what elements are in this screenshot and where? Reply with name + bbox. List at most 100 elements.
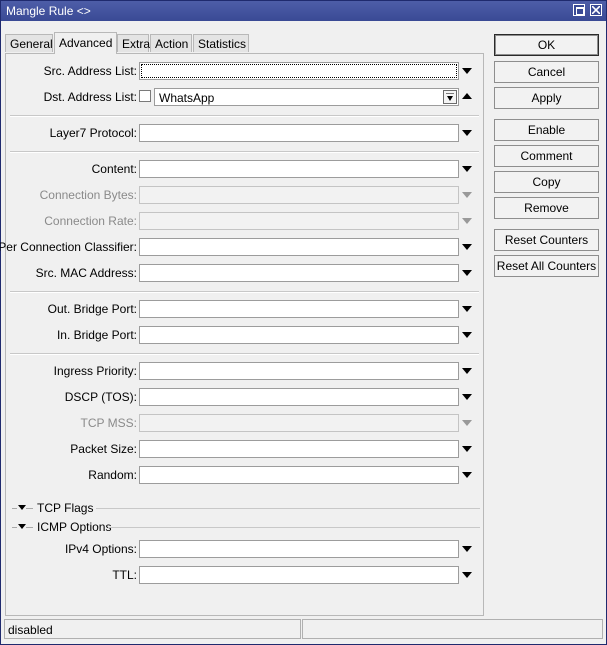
icmp-options-title: ICMP Options: [37, 520, 112, 534]
tcp-flags-title: TCP Flags: [37, 501, 94, 515]
status-cell-state: disabled: [4, 619, 301, 639]
tab-advanced[interactable]: Advanced: [54, 32, 117, 54]
in-bridge-port-input[interactable]: [139, 326, 459, 344]
close-icon[interactable]: [590, 4, 602, 16]
apply-button[interactable]: Apply: [494, 87, 599, 109]
ok-button[interactable]: OK: [494, 34, 599, 56]
status-state: disabled: [8, 623, 53, 637]
packet-size-dropdown-icon[interactable]: [462, 446, 472, 452]
connection-rate-row: Connection Rate:: [6, 212, 485, 230]
per-connection-classifier-input[interactable]: [139, 238, 459, 256]
tab-general[interactable]: General: [5, 34, 53, 52]
ttl-input[interactable]: [139, 566, 459, 584]
dst-address-list-negate-checkbox[interactable]: [139, 90, 151, 102]
tcp-mss-dropdown-icon: [462, 420, 472, 426]
ipv4-options-dropdown-icon[interactable]: [462, 546, 472, 552]
src-address-list-dropdown-icon[interactable]: [462, 68, 472, 74]
separator: [10, 151, 479, 153]
out-bridge-port-label: Out. Bridge Port:: [47, 302, 137, 316]
ingress-priority-dropdown-icon[interactable]: [462, 368, 472, 374]
per-connection-classifier-label: Per Connection Classifier:: [0, 240, 137, 254]
src-address-list-row: Src. Address List:: [6, 62, 485, 80]
in-bridge-port-label: In. Bridge Port:: [56, 328, 137, 342]
ipv4-options-label: IPv4 Options:: [64, 542, 137, 556]
tab-action[interactable]: Action: [150, 34, 192, 52]
ttl-row: TTL:: [6, 566, 485, 584]
mangle-rule-window: Mangle Rule <> General Advanced Extra Ac…: [0, 0, 607, 645]
maximize-icon[interactable]: [573, 4, 585, 16]
random-dropdown-icon[interactable]: [462, 472, 472, 478]
connection-rate-dropdown-icon: [462, 218, 472, 224]
ingress-priority-row: Ingress Priority:: [6, 362, 485, 380]
dscp-tos-input[interactable]: [139, 388, 459, 406]
connection-bytes-input: [139, 186, 459, 204]
copy-button[interactable]: Copy: [494, 171, 599, 193]
packet-size-input[interactable]: [139, 440, 459, 458]
src-mac-address-row: Src. MAC Address:: [6, 264, 485, 282]
src-mac-address-dropdown-icon[interactable]: [462, 270, 472, 276]
separator: [10, 291, 479, 293]
icmp-options-expand-icon[interactable]: [18, 524, 26, 529]
dst-address-list-value: WhatsApp: [159, 91, 215, 105]
status-cell-extra: [302, 619, 603, 639]
ingress-priority-input[interactable]: [139, 362, 459, 380]
title-bar[interactable]: Mangle Rule <>: [1, 1, 606, 21]
status-bar: disabled: [4, 619, 604, 639]
enable-button[interactable]: Enable: [494, 119, 599, 141]
tab-extra[interactable]: Extra: [117, 34, 150, 52]
cancel-button[interactable]: Cancel: [494, 61, 599, 83]
src-address-list-label: Src. Address List:: [43, 64, 137, 78]
tcp-mss-row: TCP MSS:: [6, 414, 485, 432]
icmp-options-section[interactable]: ICMP Options: [12, 519, 480, 535]
random-label: Random:: [88, 468, 137, 482]
ipv4-options-input[interactable]: [139, 540, 459, 558]
src-mac-address-label: Src. MAC Address:: [35, 266, 137, 280]
packet-size-label: Packet Size:: [70, 442, 137, 456]
window-title: Mangle Rule <>: [6, 4, 91, 18]
src-mac-address-input[interactable]: [139, 264, 459, 282]
remove-button[interactable]: Remove: [494, 197, 599, 219]
dst-address-list-collapse-icon[interactable]: [462, 93, 472, 99]
reset-counters-button[interactable]: Reset Counters: [494, 229, 599, 251]
connection-bytes-dropdown-icon: [462, 192, 472, 198]
section-line: [26, 508, 33, 509]
content-dropdown-icon[interactable]: [462, 166, 472, 172]
tcp-flags-expand-icon[interactable]: [18, 505, 26, 510]
out-bridge-port-row: Out. Bridge Port:: [6, 300, 485, 318]
out-bridge-port-dropdown-icon[interactable]: [462, 306, 472, 312]
separator: [10, 353, 479, 355]
in-bridge-port-dropdown-icon[interactable]: [462, 332, 472, 338]
section-line: [12, 508, 17, 509]
ttl-dropdown-icon[interactable]: [462, 572, 472, 578]
dst-address-list-label: Dst. Address List:: [43, 90, 137, 104]
ingress-priority-label: Ingress Priority:: [53, 364, 137, 378]
ttl-label: TTL:: [112, 568, 137, 582]
section-line: [12, 527, 17, 528]
layer7-protocol-input[interactable]: [139, 124, 459, 142]
src-address-list-input[interactable]: [139, 62, 459, 80]
dscp-tos-label: DSCP (TOS):: [64, 390, 137, 404]
dscp-tos-dropdown-icon[interactable]: [462, 394, 472, 400]
per-connection-classifier-dropdown-icon[interactable]: [462, 244, 472, 250]
per-connection-classifier-row: Per Connection Classifier:: [0, 238, 485, 256]
comment-button[interactable]: Comment: [494, 145, 599, 167]
dscp-tos-row: DSCP (TOS):: [6, 388, 485, 406]
reset-all-counters-button[interactable]: Reset All Counters: [494, 255, 599, 277]
out-bridge-port-input[interactable]: [139, 300, 459, 318]
dst-address-list-select-icon[interactable]: [443, 90, 457, 104]
random-row: Random:: [6, 466, 485, 484]
section-line: [26, 527, 33, 528]
connection-bytes-row: Connection Bytes:: [6, 186, 485, 204]
layer7-protocol-dropdown-icon[interactable]: [462, 130, 472, 136]
connection-rate-input: [139, 212, 459, 230]
tab-statistics[interactable]: Statistics: [193, 34, 249, 52]
section-line: [108, 527, 480, 528]
dst-address-list-input[interactable]: WhatsApp: [154, 88, 459, 106]
connection-rate-label: Connection Rate:: [44, 214, 137, 228]
random-input[interactable]: [139, 466, 459, 484]
advanced-panel: Src. Address List: Dst. Address List: Wh…: [0, 53, 485, 616]
packet-size-row: Packet Size:: [6, 440, 485, 458]
tcp-flags-section[interactable]: TCP Flags: [12, 500, 480, 516]
content-label: Content:: [91, 162, 137, 176]
content-input[interactable]: [139, 160, 459, 178]
